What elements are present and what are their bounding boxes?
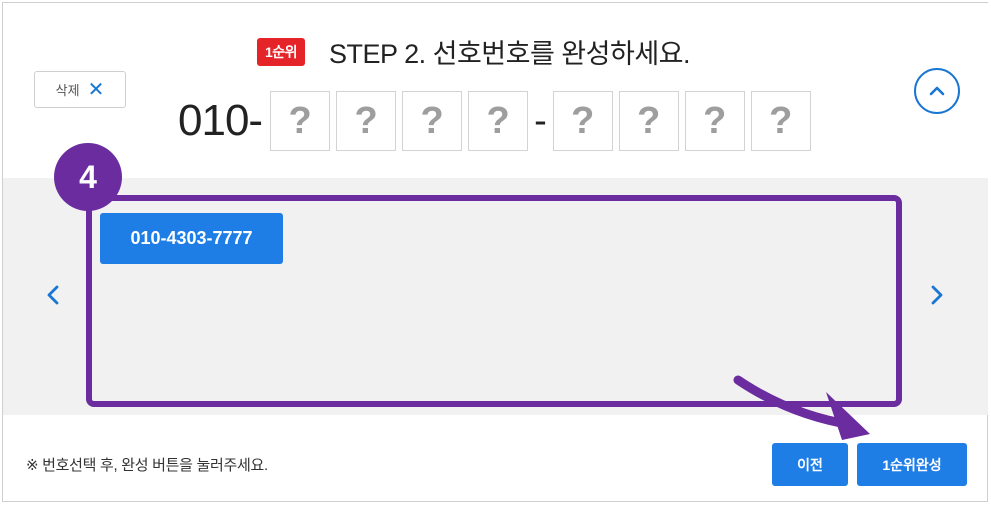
annotation-highlight-box <box>86 195 902 407</box>
prev-page-button[interactable] <box>41 280 65 310</box>
collapse-button[interactable] <box>914 68 960 114</box>
delete-button-label: 삭제 <box>55 83 80 98</box>
digit-box[interactable]: ? <box>684 91 745 151</box>
digit-box[interactable]: ? <box>270 91 331 151</box>
digit-box[interactable]: ? <box>552 91 613 151</box>
annotation-step-marker: 4 <box>54 143 122 211</box>
step-title: STEP 2. 선호번호를 완성하세요. <box>329 39 691 69</box>
delete-button[interactable]: 삭제 ✕ <box>34 71 126 108</box>
phone-number-display: 010- ? ? ? ? - ? ? ? ? <box>178 91 817 151</box>
step-header: 1순위 STEP 2. 선호번호를 완성하세요. <box>257 32 691 71</box>
chevron-left-icon <box>47 285 59 305</box>
rank-badge: 1순위 <box>257 37 306 66</box>
next-page-button[interactable] <box>925 280 949 310</box>
phone-prefix: 010- <box>178 96 263 145</box>
digit-box[interactable]: ? <box>402 91 463 151</box>
phone-separator: - <box>534 99 547 142</box>
footer-notice: ※ 번호선택 후, 완성 버튼을 눌러주세요. <box>26 457 268 474</box>
digit-box[interactable]: ? <box>336 91 397 151</box>
complete-button[interactable]: 1순위완성 <box>857 443 967 486</box>
digit-box[interactable]: ? <box>750 91 811 151</box>
digit-box[interactable]: ? <box>618 91 679 151</box>
number-list-area: 010-4303-7777 <box>3 178 988 415</box>
close-icon: ✕ <box>87 78 105 101</box>
chevron-up-icon <box>929 86 945 96</box>
prev-button[interactable]: 이전 <box>772 443 848 486</box>
digit-box[interactable]: ? <box>468 91 529 151</box>
chevron-right-icon <box>931 285 943 305</box>
